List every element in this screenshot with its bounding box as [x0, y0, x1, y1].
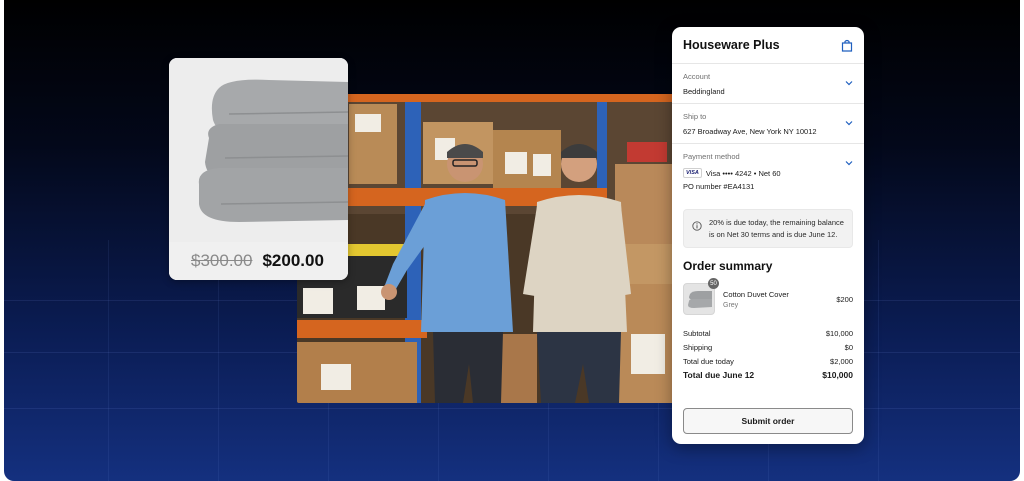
order-totals: Subtotal $10,000 Shipping $0 Total due t… [683, 326, 853, 382]
quantity-badge: 50 [708, 278, 719, 289]
shipping-value: $0 [844, 342, 853, 352]
due-today-row: Total due today $2,000 [683, 354, 853, 368]
item-name: Cotton Duvet Cover [723, 289, 789, 299]
due-today-value: $2,000 [830, 356, 853, 366]
grid-line [878, 240, 879, 481]
payment-terms-notice: 20% is due today, the remaining balance … [683, 209, 853, 248]
chevron-down-icon[interactable] [845, 113, 853, 131]
po-number: PO number #EA4131 [683, 182, 755, 191]
chevron-down-icon[interactable] [845, 73, 853, 91]
total-due-row: Total due June 12 $10,000 [683, 368, 853, 382]
checkout-panel: Houseware Plus Account Beddingland Ship … [672, 27, 864, 444]
subtotal-row: Subtotal $10,000 [683, 326, 853, 340]
payment-card-row: VISA Visa •••• 4242 • Net 60 [683, 168, 853, 178]
visa-card-icon: VISA [683, 168, 702, 178]
shipping-row: Shipping $0 [683, 340, 853, 354]
submit-order-button[interactable]: Submit order [683, 408, 853, 434]
ship-to-section[interactable]: Ship to 627 Broadway Ave, New York NY 10… [672, 104, 864, 144]
notice-text: 20% is due today, the remaining balance … [709, 218, 844, 239]
due-today-label: Total due today [683, 356, 734, 366]
shipping-label: Shipping [683, 342, 713, 352]
payment-section[interactable]: Payment method VISA Visa •••• 4242 • Net… [672, 144, 864, 198]
order-summary-title: Order summary [683, 259, 773, 273]
grid-line [108, 240, 109, 481]
subtotal-value: $10,000 [825, 328, 853, 338]
total-due-value: $10,000 [822, 370, 853, 380]
chevron-down-icon[interactable] [845, 153, 853, 171]
line-item: 50 Cotton Duvet Cover Grey $200 [683, 278, 853, 315]
product-card[interactable]: $300.00 $200.00 [169, 58, 348, 280]
subtotal-label: Subtotal [683, 328, 711, 338]
card-details: Visa •••• 4242 • Net 60 [705, 168, 781, 178]
item-price: $200 [836, 294, 853, 304]
account-section[interactable]: Account Beddingland [672, 64, 864, 104]
sale-price: $200.00 [262, 251, 324, 270]
ship-to-label: Ship to [683, 112, 707, 121]
store-name: Houseware Plus [683, 38, 780, 52]
payment-label: Payment method [683, 152, 740, 161]
original-price: $300.00 [191, 251, 253, 270]
shopping-bag-icon[interactable] [841, 39, 853, 52]
item-thumbnail: 50 [683, 278, 719, 315]
total-due-label: Total due June 12 [683, 370, 755, 380]
account-label: Account [683, 72, 711, 81]
warehouse-photo [297, 94, 675, 403]
ship-to-address: 627 Broadway Ave, New York NY 10012 [683, 127, 817, 136]
account-value: Beddingland [683, 87, 725, 96]
item-variant: Grey [723, 301, 739, 309]
grid-line [4, 408, 1020, 409]
price-bar: $300.00 $200.00 [169, 242, 348, 280]
checkout-header: Houseware Plus [672, 27, 864, 64]
item-info: Cotton Duvet Cover Grey [723, 290, 836, 309]
info-icon [692, 218, 702, 240]
warehouse-illustration [297, 94, 675, 403]
